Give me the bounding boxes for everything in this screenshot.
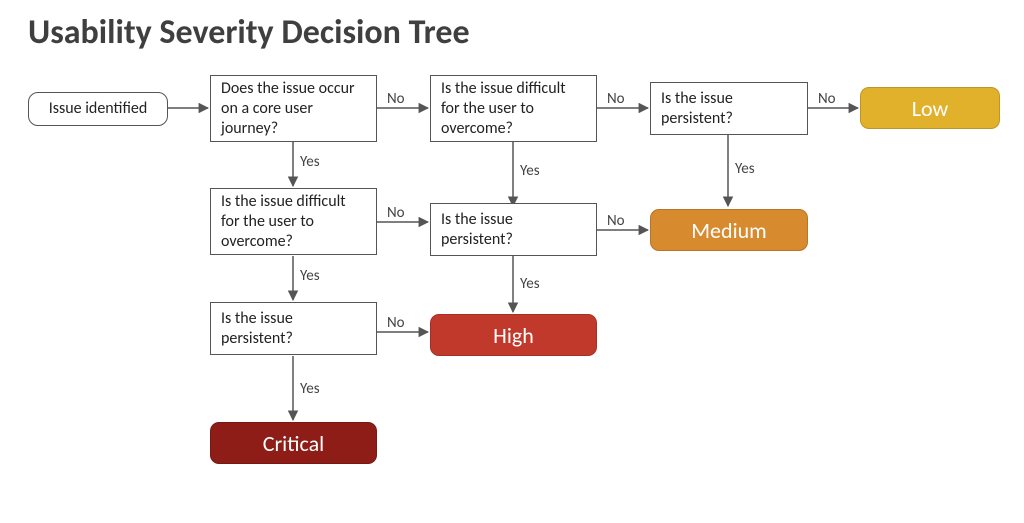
node-q-core: Does the issue occur on a core user jour… — [210, 75, 377, 142]
label-qpersistmid-no: No — [607, 212, 625, 230]
label-qpersistleft-no: No — [387, 314, 405, 332]
result-medium: Medium — [650, 209, 808, 251]
label-qpersistmid-yes: Yes — [520, 275, 540, 293]
node-q-persist-top: Is the issue persistent? — [650, 82, 808, 135]
node-q-diff-left: Is the issue difficult for the user to o… — [210, 188, 377, 255]
result-critical: Critical — [210, 422, 377, 464]
label-qpersistleft-yes: Yes — [300, 380, 320, 398]
node-q-diff-top: Is the issue difficult for the user to o… — [430, 75, 597, 142]
result-low: Low — [860, 87, 1000, 129]
result-medium-label: Medium — [691, 217, 767, 244]
node-start-label: Issue identified — [49, 99, 148, 119]
result-high-label: High — [493, 322, 534, 349]
result-critical-label: Critical — [263, 430, 324, 457]
label-qpersisttop-no: No — [818, 90, 836, 108]
label-qdiffleft-no: No — [387, 204, 405, 222]
node-q-persist-mid: Is the issue persistent? — [430, 203, 597, 256]
node-q-diff-left-label: Is the issue difficult for the user to o… — [221, 192, 366, 252]
node-start: Issue identified — [28, 92, 168, 126]
label-qpersisttop-yes: Yes — [735, 160, 755, 178]
label-qdifftop-no: No — [607, 90, 625, 108]
node-q-persist-left: Is the issue persistent? — [210, 302, 377, 355]
label-qcore-yes: Yes — [300, 153, 320, 171]
node-q-diff-top-label: Is the issue difficult for the user to o… — [441, 79, 586, 139]
node-q-persist-left-label: Is the issue persistent? — [221, 309, 366, 349]
node-q-core-label: Does the issue occur on a core user jour… — [221, 79, 366, 139]
node-q-persist-mid-label: Is the issue persistent? — [441, 210, 586, 250]
node-q-persist-top-label: Is the issue persistent? — [661, 89, 797, 129]
label-qcore-no: No — [387, 90, 405, 108]
result-low-label: Low — [912, 95, 949, 122]
result-high: High — [430, 314, 597, 356]
label-qdifftop-yes: Yes — [520, 162, 540, 180]
label-qdiffleft-yes: Yes — [300, 267, 320, 285]
